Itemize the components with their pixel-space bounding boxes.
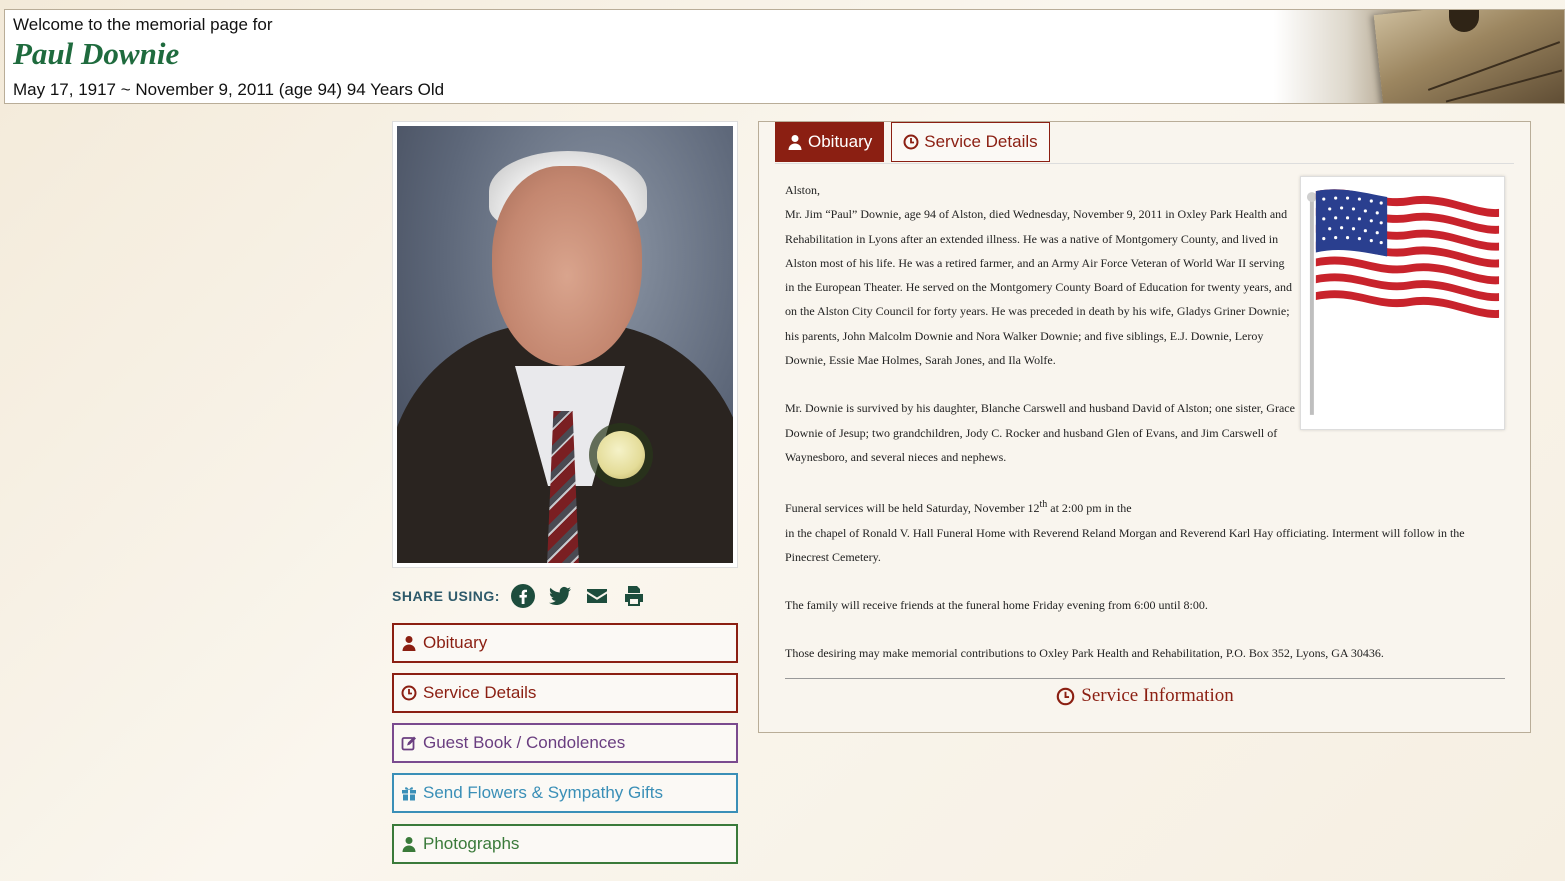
nav-flowers-button[interactable]: Send Flowers & Sympathy Gifts	[392, 773, 738, 813]
nav-obituary-button[interactable]: Obituary	[392, 623, 738, 663]
share-label: SHARE USING:	[392, 588, 500, 604]
print-icon[interactable]	[621, 583, 647, 609]
nav-guest-book-label: Guest Book / Condolences	[423, 733, 626, 752]
funeral-time-text: at 2:00 pm in the	[1047, 501, 1132, 516]
obituary-paragraph: Alston,	[785, 183, 821, 197]
funeral-date-text: Funeral services will be held Saturday, …	[785, 501, 1040, 516]
person-icon	[401, 836, 417, 852]
share-bar: SHARE USING:	[392, 582, 658, 610]
clock-icon	[1056, 687, 1075, 706]
obituary-paragraph: in the chapel of Ronald V. Hall Funeral …	[785, 525, 1465, 564]
tab-service-details[interactable]: Service Details	[891, 122, 1050, 162]
clock-icon	[401, 685, 417, 701]
memorial-header: Welcome to the memorial page for Paul Do…	[4, 9, 1565, 104]
obituary-paragraph: Mr. Downie is survived by his daughter, …	[785, 401, 1295, 464]
envelope-icon[interactable]	[584, 583, 610, 609]
service-information-label: Service Information	[1081, 685, 1234, 706]
obituary-paragraph: Those desiring may make memorial contrib…	[785, 646, 1384, 661]
nav-service-details-button[interactable]: Service Details	[392, 673, 738, 713]
obituary-paragraph: Mr. Jim “Paul” Downie, age 94 of Alston,…	[785, 207, 1292, 368]
nav-flowers-label: Send Flowers & Sympathy Gifts	[423, 783, 663, 802]
obituary-panel: Obituary Service Details Alston, Mr. Jim…	[758, 121, 1531, 733]
obituary-paragraph: Funeral services will be held Saturday, …	[785, 493, 1505, 520]
gift-icon	[401, 785, 417, 801]
nav-guest-book-button[interactable]: Guest Book / Condolences	[392, 723, 738, 763]
nav-photographs-label: Photographs	[423, 834, 520, 853]
person-icon	[401, 635, 417, 651]
nav-photographs-button[interactable]: Photographs	[392, 824, 738, 864]
tab-bar: Obituary Service Details	[775, 122, 1057, 164]
twitter-icon[interactable]	[547, 583, 573, 609]
edit-icon	[401, 735, 417, 751]
welcome-text: Welcome to the memorial page for	[13, 15, 273, 34]
tab-service-details-label: Service Details	[924, 132, 1038, 151]
nav-obituary-label: Obituary	[423, 633, 488, 652]
tab-obituary[interactable]: Obituary	[775, 122, 885, 162]
facebook-icon[interactable]	[510, 583, 536, 609]
person-icon	[787, 134, 803, 150]
divider	[785, 678, 1505, 679]
nav-service-details-label: Service Details	[423, 683, 537, 702]
life-dates: May 17, 1917 ~ November 9, 2011 (age 94)…	[13, 80, 445, 99]
service-information-link[interactable]: Service Information	[785, 685, 1505, 707]
header-banner-image	[1274, 10, 1564, 103]
deceased-name: Paul Downie	[13, 36, 180, 71]
portrait-photo	[392, 121, 738, 568]
obituary-text: Alston, Mr. Jim “Paul” Downie, age 94 of…	[785, 178, 1505, 666]
clock-icon	[903, 134, 919, 150]
tab-obituary-label: Obituary	[808, 132, 873, 151]
obituary-paragraph: The family will receive friends at the f…	[785, 598, 1208, 613]
